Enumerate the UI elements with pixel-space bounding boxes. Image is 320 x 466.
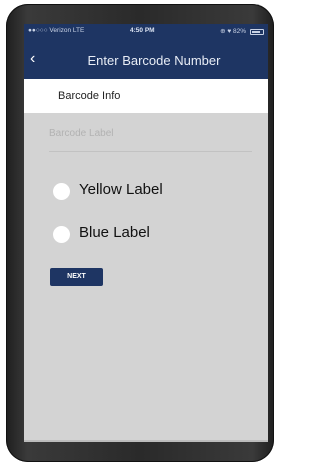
carrier-text: ●●○○○ Verizon LTE [28,27,85,34]
top-bar: ●●○○○ Verizon LTE 4:50 PM ⊕ ♥ 82% ‹ Ente… [24,24,268,79]
page-title: Enter Barcode Number [87,53,221,68]
barcode-label-input[interactable]: Barcode Label [49,128,114,139]
radio-button-icon[interactable] [53,183,70,200]
battery-icon [250,29,264,35]
radio-label: Blue Label [79,224,150,241]
status-bar: ●●○○○ Verizon LTE 4:50 PM ⊕ ♥ 82% [24,27,268,39]
status-time: 4:50 PM [130,27,155,34]
input-underline [49,151,252,152]
status-indicators: ⊕ ♥ 82% [220,28,246,35]
radio-label: Yellow Label [79,181,163,198]
bottom-strip [24,440,268,442]
radio-button-icon[interactable] [53,226,70,243]
battery-fill [252,31,260,33]
radio-option-yellow-label[interactable]: Yellow Label [49,170,252,210]
section-header: Barcode Info [24,79,268,113]
section-label: Barcode Info [58,90,121,102]
radio-option-blue-label[interactable]: Blue Label [49,213,252,253]
phone-frame: ●●○○○ Verizon LTE 4:50 PM ⊕ ♥ 82% ‹ Ente… [6,4,274,462]
next-button[interactable]: NEXT [50,268,103,286]
app-screen: ●●○○○ Verizon LTE 4:50 PM ⊕ ♥ 82% ‹ Ente… [24,24,268,442]
